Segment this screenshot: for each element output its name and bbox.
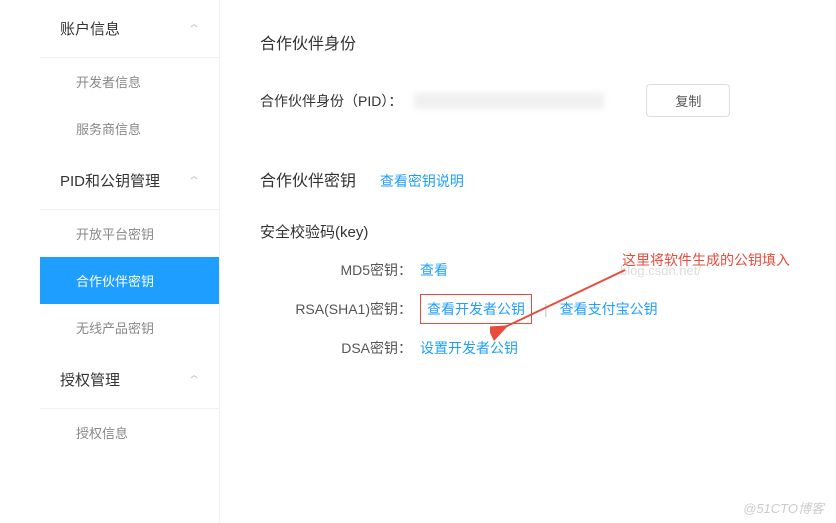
- sidebar-item-auth-info[interactable]: 授权信息: [40, 409, 219, 456]
- key-subtitle: 安全校验码(key): [260, 221, 796, 242]
- dsa-label: DSA密钥：: [260, 338, 420, 358]
- dsa-row: DSA密钥： 设置开发者公钥: [260, 338, 796, 358]
- sidebar-item-wireless-key[interactable]: 无线产品密钥: [40, 304, 219, 351]
- sidebar-item-developer-info[interactable]: 开发者信息: [40, 58, 219, 105]
- pid-value-redacted: [414, 93, 604, 109]
- chevron-up-icon: ⌃: [187, 174, 201, 188]
- key-section-title: 合作伙伴密钥: [260, 167, 356, 191]
- pid-label: 合作伙伴身份（PID）：: [260, 91, 402, 111]
- chevron-up-icon: ⌃: [187, 22, 201, 36]
- rsa-row: RSA(SHA1)密钥： 查看开发者公钥 | 查看支付宝公钥: [260, 294, 796, 324]
- sidebar-item-open-platform-key[interactable]: 开放平台密钥: [40, 210, 219, 257]
- rsa-label: RSA(SHA1)密钥：: [260, 299, 420, 319]
- nav-group-label: 账户信息: [60, 18, 120, 39]
- pid-row: 合作伙伴身份（PID）： 复制: [260, 84, 796, 117]
- key-help-link[interactable]: 查看密钥说明: [380, 173, 464, 189]
- annotation-callout: 这里将软件生成的公钥填入: [622, 250, 790, 270]
- key-section-header: 合作伙伴密钥 查看密钥说明: [260, 167, 796, 191]
- rsa-view-developer-key-link[interactable]: 查看开发者公钥: [420, 294, 532, 324]
- chevron-up-icon: ⌃: [187, 373, 201, 387]
- dsa-set-key-link[interactable]: 设置开发者公钥: [420, 338, 518, 358]
- sidebar-item-provider-info[interactable]: 服务商信息: [40, 105, 219, 152]
- sidebar-item-partner-key[interactable]: 合作伙伴密钥: [40, 257, 219, 304]
- md5-view-link[interactable]: 查看: [420, 260, 448, 280]
- identity-section-title: 合作伙伴身份: [260, 30, 796, 54]
- rsa-view-alipay-key-link[interactable]: 查看支付宝公钥: [560, 299, 658, 319]
- copy-button[interactable]: 复制: [646, 84, 730, 117]
- md5-label: MD5密钥：: [260, 260, 420, 280]
- footer-watermark: @51CTO博客: [743, 498, 824, 517]
- nav-group-label: 授权管理: [60, 369, 120, 390]
- nav-group-pid-key[interactable]: PID和公钥管理 ⌃: [40, 152, 219, 210]
- sidebar: 账户信息 ⌃ 开发者信息 服务商信息 PID和公钥管理 ⌃ 开放平台密钥 合作伙…: [40, 0, 220, 523]
- nav-group-account[interactable]: 账户信息 ⌃: [40, 0, 219, 58]
- divider: |: [544, 301, 548, 317]
- nav-group-label: PID和公钥管理: [60, 170, 160, 191]
- nav-group-authorization[interactable]: 授权管理 ⌃: [40, 351, 219, 409]
